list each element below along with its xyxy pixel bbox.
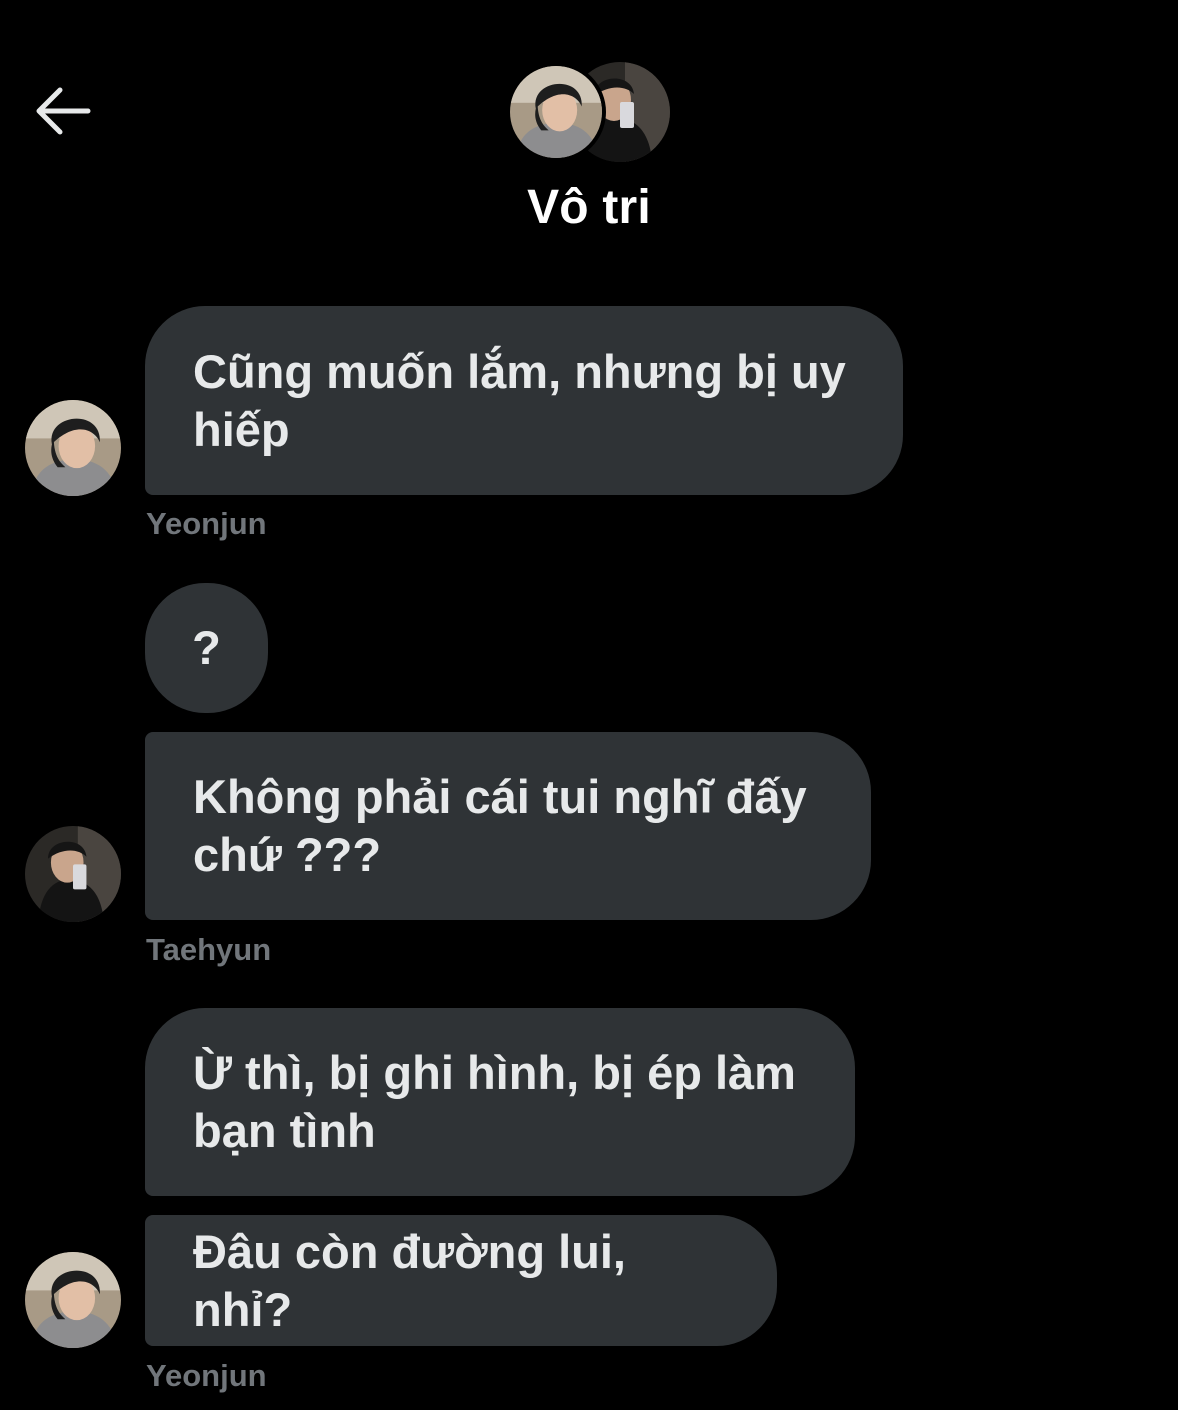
group-avatar[interactable] <box>506 62 672 164</box>
yeonjun-avatar[interactable] <box>25 400 121 496</box>
sender-name: Yeonjun <box>146 1358 267 1393</box>
conversation-title: Vô tri <box>527 181 651 234</box>
message-text: Cũng muốn lắm, nhưng bị uy hiếp <box>193 344 846 456</box>
arrow-left-icon <box>36 87 91 135</box>
back-button[interactable] <box>30 82 92 140</box>
sender-name: Taehyun <box>146 932 272 967</box>
message-text: Đâu còn đường lui, nhỉ? <box>193 1224 626 1336</box>
message-text: ? <box>192 621 221 674</box>
message-bubble[interactable]: Cũng muốn lắm, nhưng bị uy hiếp <box>145 306 903 495</box>
message-text: Không phải cái tui nghĩ đấy chứ ??? <box>193 770 807 881</box>
yeonjun-avatar <box>506 62 606 162</box>
message-bubble[interactable]: Không phải cái tui nghĩ đấy chứ ??? <box>145 732 871 920</box>
sender-name: Yeonjun <box>146 506 267 541</box>
message-bubble[interactable]: Đâu còn đường lui, nhỉ? <box>145 1215 777 1346</box>
taehyun-avatar[interactable] <box>25 826 121 922</box>
yeonjun-avatar[interactable] <box>25 1252 121 1348</box>
message-bubble[interactable]: ? <box>145 583 268 713</box>
message-text: Ừ thì, bị ghi hình, bị ép làm bạn tình <box>193 1046 796 1157</box>
message-bubble[interactable]: Ừ thì, bị ghi hình, bị ép làm bạn tình <box>145 1008 855 1196</box>
